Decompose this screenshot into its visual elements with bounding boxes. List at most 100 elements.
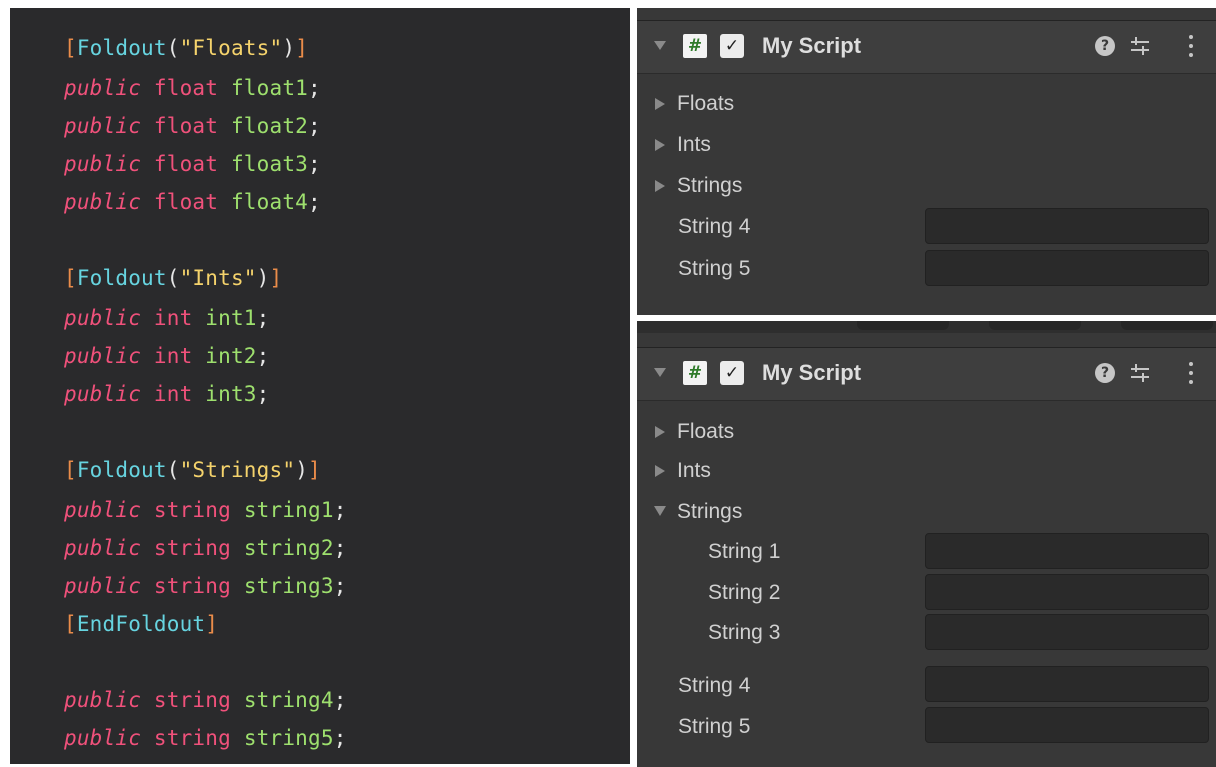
field-name: float3 [230,152,309,176]
string5-input[interactable] [925,250,1209,286]
modifier-keyword: public [64,498,142,522]
string1-input[interactable] [925,533,1209,569]
modifier-keyword: public [64,190,142,214]
field-name: float4 [230,190,309,214]
string4-input[interactable] [925,666,1209,702]
type-keyword: int [153,306,193,330]
foldout-collapsed-icon[interactable] [655,180,665,192]
csharp-script-icon: # [683,361,707,385]
modifier-keyword: public [64,688,142,712]
component-enabled-checkbox[interactable]: ✓ [720,34,744,58]
foldout-collapsed-icon[interactable] [655,139,665,151]
field-name: string4 [243,688,334,712]
code-field-line: public string string5; [64,726,347,750]
code-field-line: public float float2; [64,114,321,138]
type-keyword: float [153,114,219,138]
component-title: My Script [762,360,862,385]
code-field-line: public int int1; [64,306,270,330]
modifier-keyword: public [64,382,142,406]
foldout-expanded-icon[interactable] [654,506,666,516]
field-name: int1 [205,306,257,330]
modifier-keyword: public [64,114,142,138]
component-foldout-icon[interactable] [654,368,666,377]
attribute-name: Foldout [76,458,167,482]
settings-sliders-icon[interactable] [1129,361,1151,385]
type-keyword: string [153,536,231,560]
code-field-line: public string string1; [64,498,347,522]
component-enabled-checkbox[interactable]: ✓ [720,361,744,385]
code-editor-panel: [Foldout("Floats")] public float float1;… [10,8,630,764]
foldout-ints[interactable]: Ints [677,132,711,158]
field-name: int2 [205,344,257,368]
foldout-strings[interactable]: Strings [677,173,742,199]
more-vertical-icon[interactable] [1188,359,1194,387]
type-keyword: string [153,688,231,712]
field-name: int3 [205,382,257,406]
component-title: My Script [762,33,862,58]
type-keyword: string [153,726,231,750]
attribute-name: Foldout [76,266,167,290]
type-keyword: float [153,152,219,176]
code-field-line: public float float3; [64,152,321,176]
modifier-keyword: public [64,574,142,598]
type-keyword: string [153,498,231,522]
field-name: string2 [243,536,334,560]
field-label-string5: String 5 [678,257,751,280]
settings-sliders-icon[interactable] [1129,34,1151,58]
code-end-attribute-line: [EndFoldout] [64,612,219,636]
code-field-line: public string string3; [64,574,347,598]
type-keyword: string [153,574,231,598]
foldout-floats[interactable]: Floats [677,419,734,445]
string2-input[interactable] [925,574,1209,610]
code-field-line: public int int2; [64,344,270,368]
more-vertical-icon[interactable] [1188,32,1194,60]
field-name: float1 [230,76,309,100]
component-header[interactable]: # ✓ My Script ? [637,20,1216,74]
foldout-collapsed-icon[interactable] [655,465,665,477]
foldout-strings[interactable]: Strings [677,499,742,525]
attribute-argument: "Floats" [179,36,283,60]
foldout-ints[interactable]: Ints [677,458,711,484]
code-field-line: public float float4; [64,190,321,214]
end-attribute-name: EndFoldout [76,612,206,636]
type-keyword: float [153,76,219,100]
inspector-panel-collapsed: # ✓ My Script ? Floats Ints Strings Stri… [637,8,1216,315]
code-attribute-line: [Foldout("Floats")] [64,36,309,60]
field-name: float2 [230,114,309,138]
modifier-keyword: public [64,344,142,368]
code-field-line: public string string2; [64,536,347,560]
component-foldout-icon[interactable] [654,41,666,50]
field-name: string3 [243,574,334,598]
csharp-script-icon: # [683,34,707,58]
foldout-collapsed-icon[interactable] [655,426,665,438]
code-field-line: public float float1; [64,76,321,100]
inspector-panel-expanded: # ✓ My Script ? Floats Ints Strings Stri… [637,321,1216,767]
code-field-line: public string string4; [64,688,347,712]
field-label-string4: String 4 [678,674,751,697]
modifier-keyword: public [64,726,142,750]
type-keyword: int [153,344,193,368]
string4-input[interactable] [925,208,1209,244]
field-label-string4: String 4 [678,215,751,238]
attribute-argument: "Strings" [179,458,296,482]
field-name: string5 [243,726,334,750]
string3-input[interactable] [925,614,1209,650]
foldout-floats[interactable]: Floats [677,91,734,117]
field-label-string3: String 3 [708,621,781,644]
help-icon[interactable]: ? [1095,36,1115,56]
modifier-keyword: public [64,152,142,176]
attribute-argument: "Ints" [179,266,257,290]
modifier-keyword: public [64,76,142,100]
tab-strip [637,321,1216,333]
type-keyword: int [153,382,193,406]
code-attribute-line: [Foldout("Strings")] [64,458,321,482]
foldout-collapsed-icon[interactable] [655,98,665,110]
component-header[interactable]: # ✓ My Script ? [637,347,1216,401]
field-label-string1: String 1 [708,540,781,563]
field-name: string1 [243,498,334,522]
code-attribute-line: [Foldout("Ints")] [64,266,283,290]
help-icon[interactable]: ? [1095,363,1115,383]
type-keyword: float [153,190,219,214]
string5-input[interactable] [925,707,1209,743]
modifier-keyword: public [64,536,142,560]
